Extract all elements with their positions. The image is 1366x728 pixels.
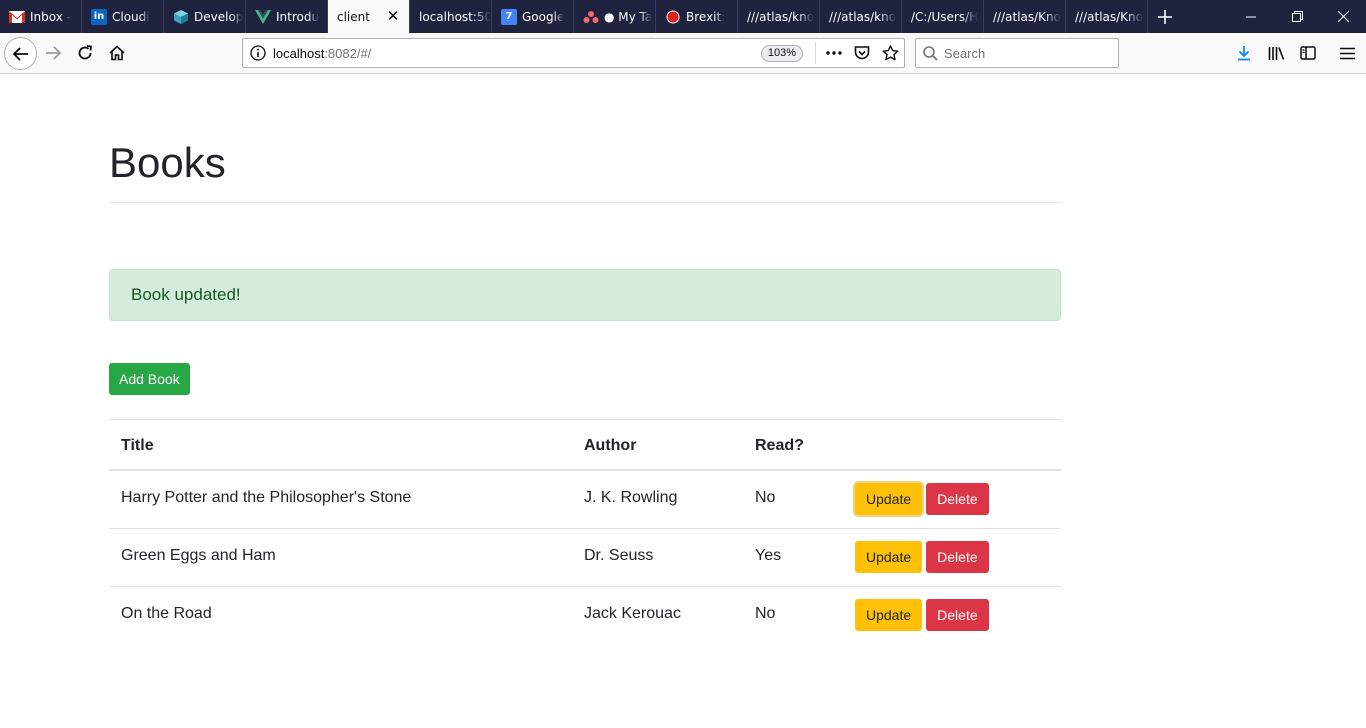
book-title: Green Eggs and Ham: [121, 547, 276, 564]
delete-button[interactable]: Delete: [926, 599, 989, 631]
tab-atlas-3[interactable]: ///atlas/Kno: [984, 0, 1066, 33]
library-icon[interactable]: [1261, 38, 1291, 68]
asana-icon: [583, 9, 599, 25]
book-title: On the Road: [121, 605, 212, 622]
url-path: :8082/#/: [324, 45, 372, 61]
more-actions-icon[interactable]: [820, 39, 848, 67]
success-alert: Book updated!: [109, 269, 1061, 321]
update-button[interactable]: Update: [855, 541, 923, 573]
url-separator: [815, 42, 816, 64]
tab-cloudi[interactable]: in Cloudi: [82, 0, 164, 33]
url-text[interactable]: localhost:8082/#/: [273, 46, 761, 61]
forward-arrow-icon[interactable]: [38, 38, 68, 68]
home-icon[interactable]: [102, 38, 132, 68]
tab-inbox[interactable]: Inbox -: [0, 0, 82, 33]
table-row: Green Eggs and Ham Dr. Seuss Yes Update …: [109, 529, 1061, 587]
header-title: Title: [121, 437, 154, 454]
row-actions: Update Delete: [855, 483, 989, 515]
sidebar-icon[interactable]: [1293, 38, 1323, 68]
row-actions: Update Delete: [855, 541, 989, 573]
cube-icon: [173, 9, 189, 25]
tab-mytasks[interactable]: ● My Ta: [574, 0, 656, 33]
new-tab-plus-icon[interactable]: [1148, 0, 1182, 33]
tab-introdu[interactable]: Introdu: [246, 0, 328, 33]
tab-localhost[interactable]: localhost:50: [410, 0, 492, 33]
tab-atlas-2[interactable]: ///atlas/kno: [820, 0, 902, 33]
book-read: Yes: [755, 547, 782, 564]
record-icon: [665, 9, 681, 25]
pocket-icon[interactable]: [848, 39, 876, 67]
search-input[interactable]: [944, 45, 1104, 61]
add-book-button[interactable]: Add Book: [109, 363, 190, 395]
url-bar[interactable]: localhost:8082/#/ 103%: [242, 38, 905, 68]
vue-icon: [255, 9, 271, 25]
tab-atlas-4[interactable]: ///atlas/Kno: [1066, 0, 1148, 33]
tab-brexit[interactable]: Brexit:: [656, 0, 738, 33]
header-read: Read?: [755, 437, 804, 454]
tab-cusers[interactable]: /C:/Users/H: [902, 0, 984, 33]
tab-client[interactable]: client ✕: [328, 0, 410, 33]
page-title: Books: [109, 139, 226, 186]
book-read: No: [755, 489, 776, 506]
minimize-icon[interactable]: [1228, 0, 1274, 33]
table-header: Title Author Read?: [109, 419, 1061, 471]
table-row: On the Road Jack Kerouac No Update Delet…: [109, 587, 1061, 645]
update-button[interactable]: Update: [855, 599, 923, 631]
hamburger-menu-icon[interactable]: [1332, 38, 1362, 68]
title-divider: [109, 202, 1061, 203]
book-author: J. K. Rowling: [584, 489, 678, 506]
header-author: Author: [584, 437, 637, 454]
site-info-icon[interactable]: [243, 45, 273, 61]
update-button[interactable]: Update: [855, 483, 923, 515]
search-icon: [916, 39, 944, 67]
reload-icon[interactable]: [70, 38, 100, 68]
restore-icon[interactable]: [1274, 0, 1320, 33]
book-author: Jack Kerouac: [584, 605, 681, 622]
window-controls: [1228, 0, 1366, 33]
book-read: No: [755, 605, 776, 622]
google-calendar-icon: 7: [501, 8, 517, 25]
search-bar[interactable]: [915, 38, 1119, 68]
book-author: Dr. Seuss: [584, 547, 654, 564]
tab-develop[interactable]: Develop: [164, 0, 246, 33]
row-actions: Update Delete: [855, 599, 989, 631]
downloads-icon[interactable]: [1229, 38, 1259, 68]
nav-bar: localhost:8082/#/ 103%: [0, 33, 1366, 74]
alert-message: Book updated!: [131, 285, 241, 304]
url-host: localhost: [273, 45, 325, 61]
book-title: Harry Potter and the Philosopher's Stone: [121, 489, 412, 506]
linkedin-icon: in: [91, 8, 107, 25]
zoom-indicator[interactable]: 103%: [760, 44, 803, 62]
delete-button[interactable]: Delete: [926, 541, 989, 573]
tab-google[interactable]: 7 Google: [492, 0, 574, 33]
delete-button[interactable]: Delete: [926, 483, 989, 515]
tab-atlas-1[interactable]: ///atlas/kno: [738, 0, 820, 33]
books-table: Title Author Read? Harry Potter and the …: [109, 419, 1061, 645]
tab-strip: Inbox - in Cloudi Develop Introdu client…: [0, 0, 1366, 33]
back-arrow-icon[interactable]: [4, 37, 37, 70]
table-row: Harry Potter and the Philosopher's Stone…: [109, 471, 1061, 529]
bookmark-star-icon[interactable]: [876, 39, 904, 67]
gmail-icon: [9, 9, 25, 25]
close-window-icon[interactable]: [1320, 0, 1366, 33]
close-tab-icon[interactable]: ✕: [385, 8, 401, 24]
